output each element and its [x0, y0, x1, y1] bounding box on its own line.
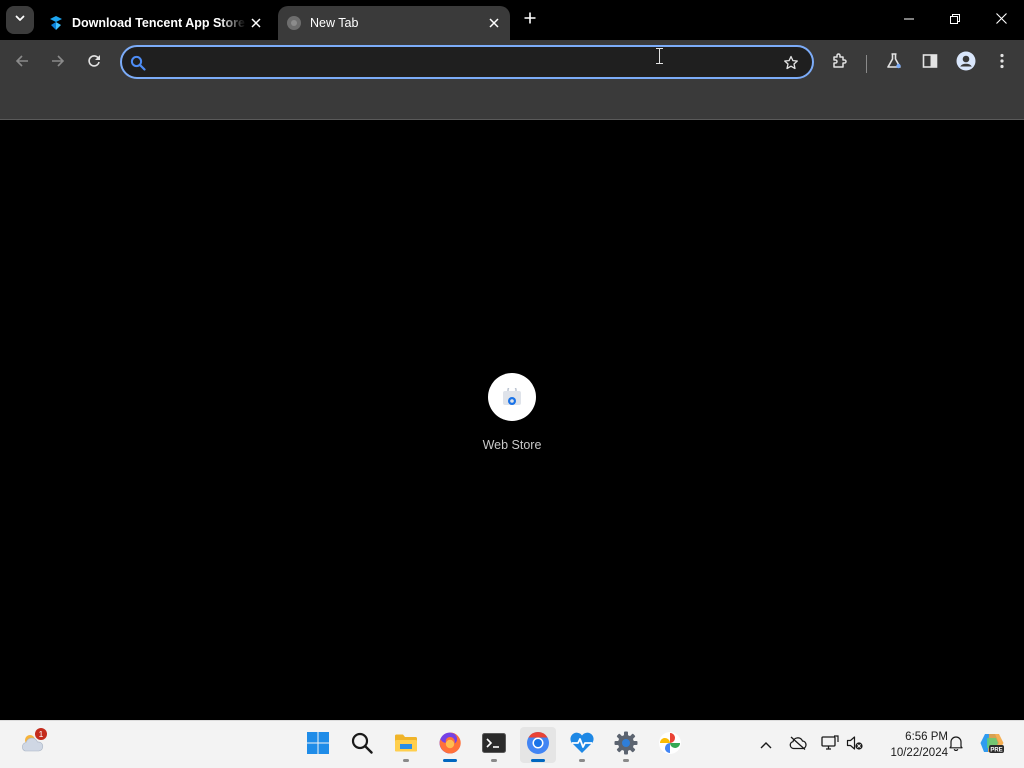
weather-widget[interactable]: 1 — [14, 727, 50, 763]
close-icon — [995, 11, 1007, 29]
running-indicator — [403, 759, 409, 762]
flask-icon — [885, 52, 903, 75]
extensions-button[interactable] — [826, 49, 854, 77]
taskbar-chrome[interactable] — [520, 727, 556, 763]
tab-title: Download Tencent App Store ( — [72, 16, 246, 30]
shortcut-label: Web Store — [482, 438, 542, 452]
pinwheel-icon — [658, 731, 682, 760]
heartbeat-icon — [569, 732, 595, 759]
running-indicator — [491, 759, 497, 762]
tab-strip: Download Tencent App Store ( New Tab — [0, 0, 1024, 40]
gear-icon — [614, 731, 638, 760]
search-button[interactable] — [344, 727, 380, 763]
close-icon[interactable] — [246, 13, 266, 33]
new-tab-button[interactable] — [518, 8, 542, 32]
start-button[interactable] — [300, 727, 336, 763]
show-hidden-icons-button[interactable] — [756, 735, 776, 755]
side-panel-icon — [922, 53, 938, 74]
tab-tencent-app-store[interactable]: Download Tencent App Store ( — [40, 6, 272, 40]
copilot-button[interactable]: PRE — [974, 727, 1010, 763]
notification-badge: 1 — [35, 728, 47, 740]
volume-tray-button[interactable] — [845, 735, 865, 755]
notification-center-button[interactable] — [946, 735, 966, 755]
taskbar-settings[interactable] — [608, 727, 644, 763]
taskbar-firefox[interactable] — [432, 727, 468, 763]
profile-button[interactable] — [952, 49, 980, 77]
terminal-icon — [482, 732, 506, 758]
globe-icon — [286, 15, 302, 31]
taskbar-file-explorer[interactable] — [388, 727, 424, 763]
clock-date: 10/22/2024 — [890, 747, 948, 759]
kebab-menu-icon — [1000, 53, 1004, 74]
taskbar-health-app[interactable] — [564, 727, 600, 763]
close-icon[interactable] — [484, 13, 504, 33]
network-tray-button[interactable] — [820, 734, 840, 756]
search-icon — [351, 732, 373, 759]
taskbar-terminal[interactable] — [476, 727, 512, 763]
bookmarks-bar — [0, 86, 1024, 120]
tab-search-button[interactable] — [6, 6, 34, 34]
tab-title: New Tab — [310, 16, 359, 30]
plus-icon — [524, 11, 536, 29]
restore-icon — [950, 11, 960, 29]
shortcut-web-store[interactable]: Web Store — [472, 373, 552, 452]
labs-button[interactable] — [880, 49, 908, 77]
chrome-icon — [526, 731, 550, 760]
close-window-button[interactable] — [978, 0, 1024, 40]
chevron-down-icon — [14, 11, 26, 29]
tab-new-tab[interactable]: New Tab — [278, 6, 510, 40]
taskbar: 1 6:56 PM 10/22/2024 PRE — [0, 720, 1024, 768]
address-bar[interactable] — [120, 45, 814, 79]
reload-icon — [87, 54, 101, 73]
search-icon — [129, 54, 147, 72]
chevron-up-icon — [760, 736, 772, 754]
running-indicator — [623, 759, 629, 762]
taskbar-photos-app[interactable] — [652, 727, 688, 763]
bookmark-star-icon[interactable] — [780, 52, 802, 74]
cloud-off-icon — [789, 736, 807, 755]
minimize-icon — [904, 11, 914, 29]
forward-button[interactable] — [44, 49, 72, 77]
chrome-web-store-icon — [488, 373, 536, 421]
new-tab-page: Web Store — [0, 121, 1024, 720]
menu-button[interactable] — [988, 49, 1016, 77]
folder-icon — [394, 733, 418, 758]
copilot-icon: PRE — [979, 731, 1005, 760]
bell-icon — [949, 735, 963, 756]
speaker-muted-icon — [846, 735, 864, 756]
arrow-right-icon — [51, 54, 65, 73]
firefox-icon — [438, 731, 462, 760]
browser-toolbar — [0, 40, 1024, 86]
back-button[interactable] — [8, 49, 36, 77]
running-indicator — [579, 759, 585, 762]
minimize-button[interactable] — [886, 0, 932, 40]
reload-button[interactable] — [80, 49, 108, 77]
running-indicator — [531, 759, 545, 762]
svg-text:PRE: PRE — [990, 747, 1002, 753]
puzzle-icon — [831, 52, 849, 75]
onedrive-tray-button[interactable] — [788, 735, 808, 755]
display-network-icon — [821, 734, 839, 756]
address-input[interactable] — [154, 51, 774, 73]
taskbar-clock[interactable]: 6:56 PM 10/22/2024 — [872, 729, 948, 761]
clock-time: 6:56 PM — [905, 731, 948, 743]
running-indicator — [443, 759, 457, 762]
side-panel-button[interactable] — [916, 49, 944, 77]
tencent-app-store-icon — [48, 15, 64, 31]
arrow-left-icon — [15, 54, 29, 73]
avatar-icon — [956, 51, 976, 76]
restore-button[interactable] — [932, 0, 978, 40]
windows-logo-icon — [307, 731, 329, 759]
text-cursor-icon — [655, 48, 664, 64]
toolbar-divider — [866, 55, 867, 73]
